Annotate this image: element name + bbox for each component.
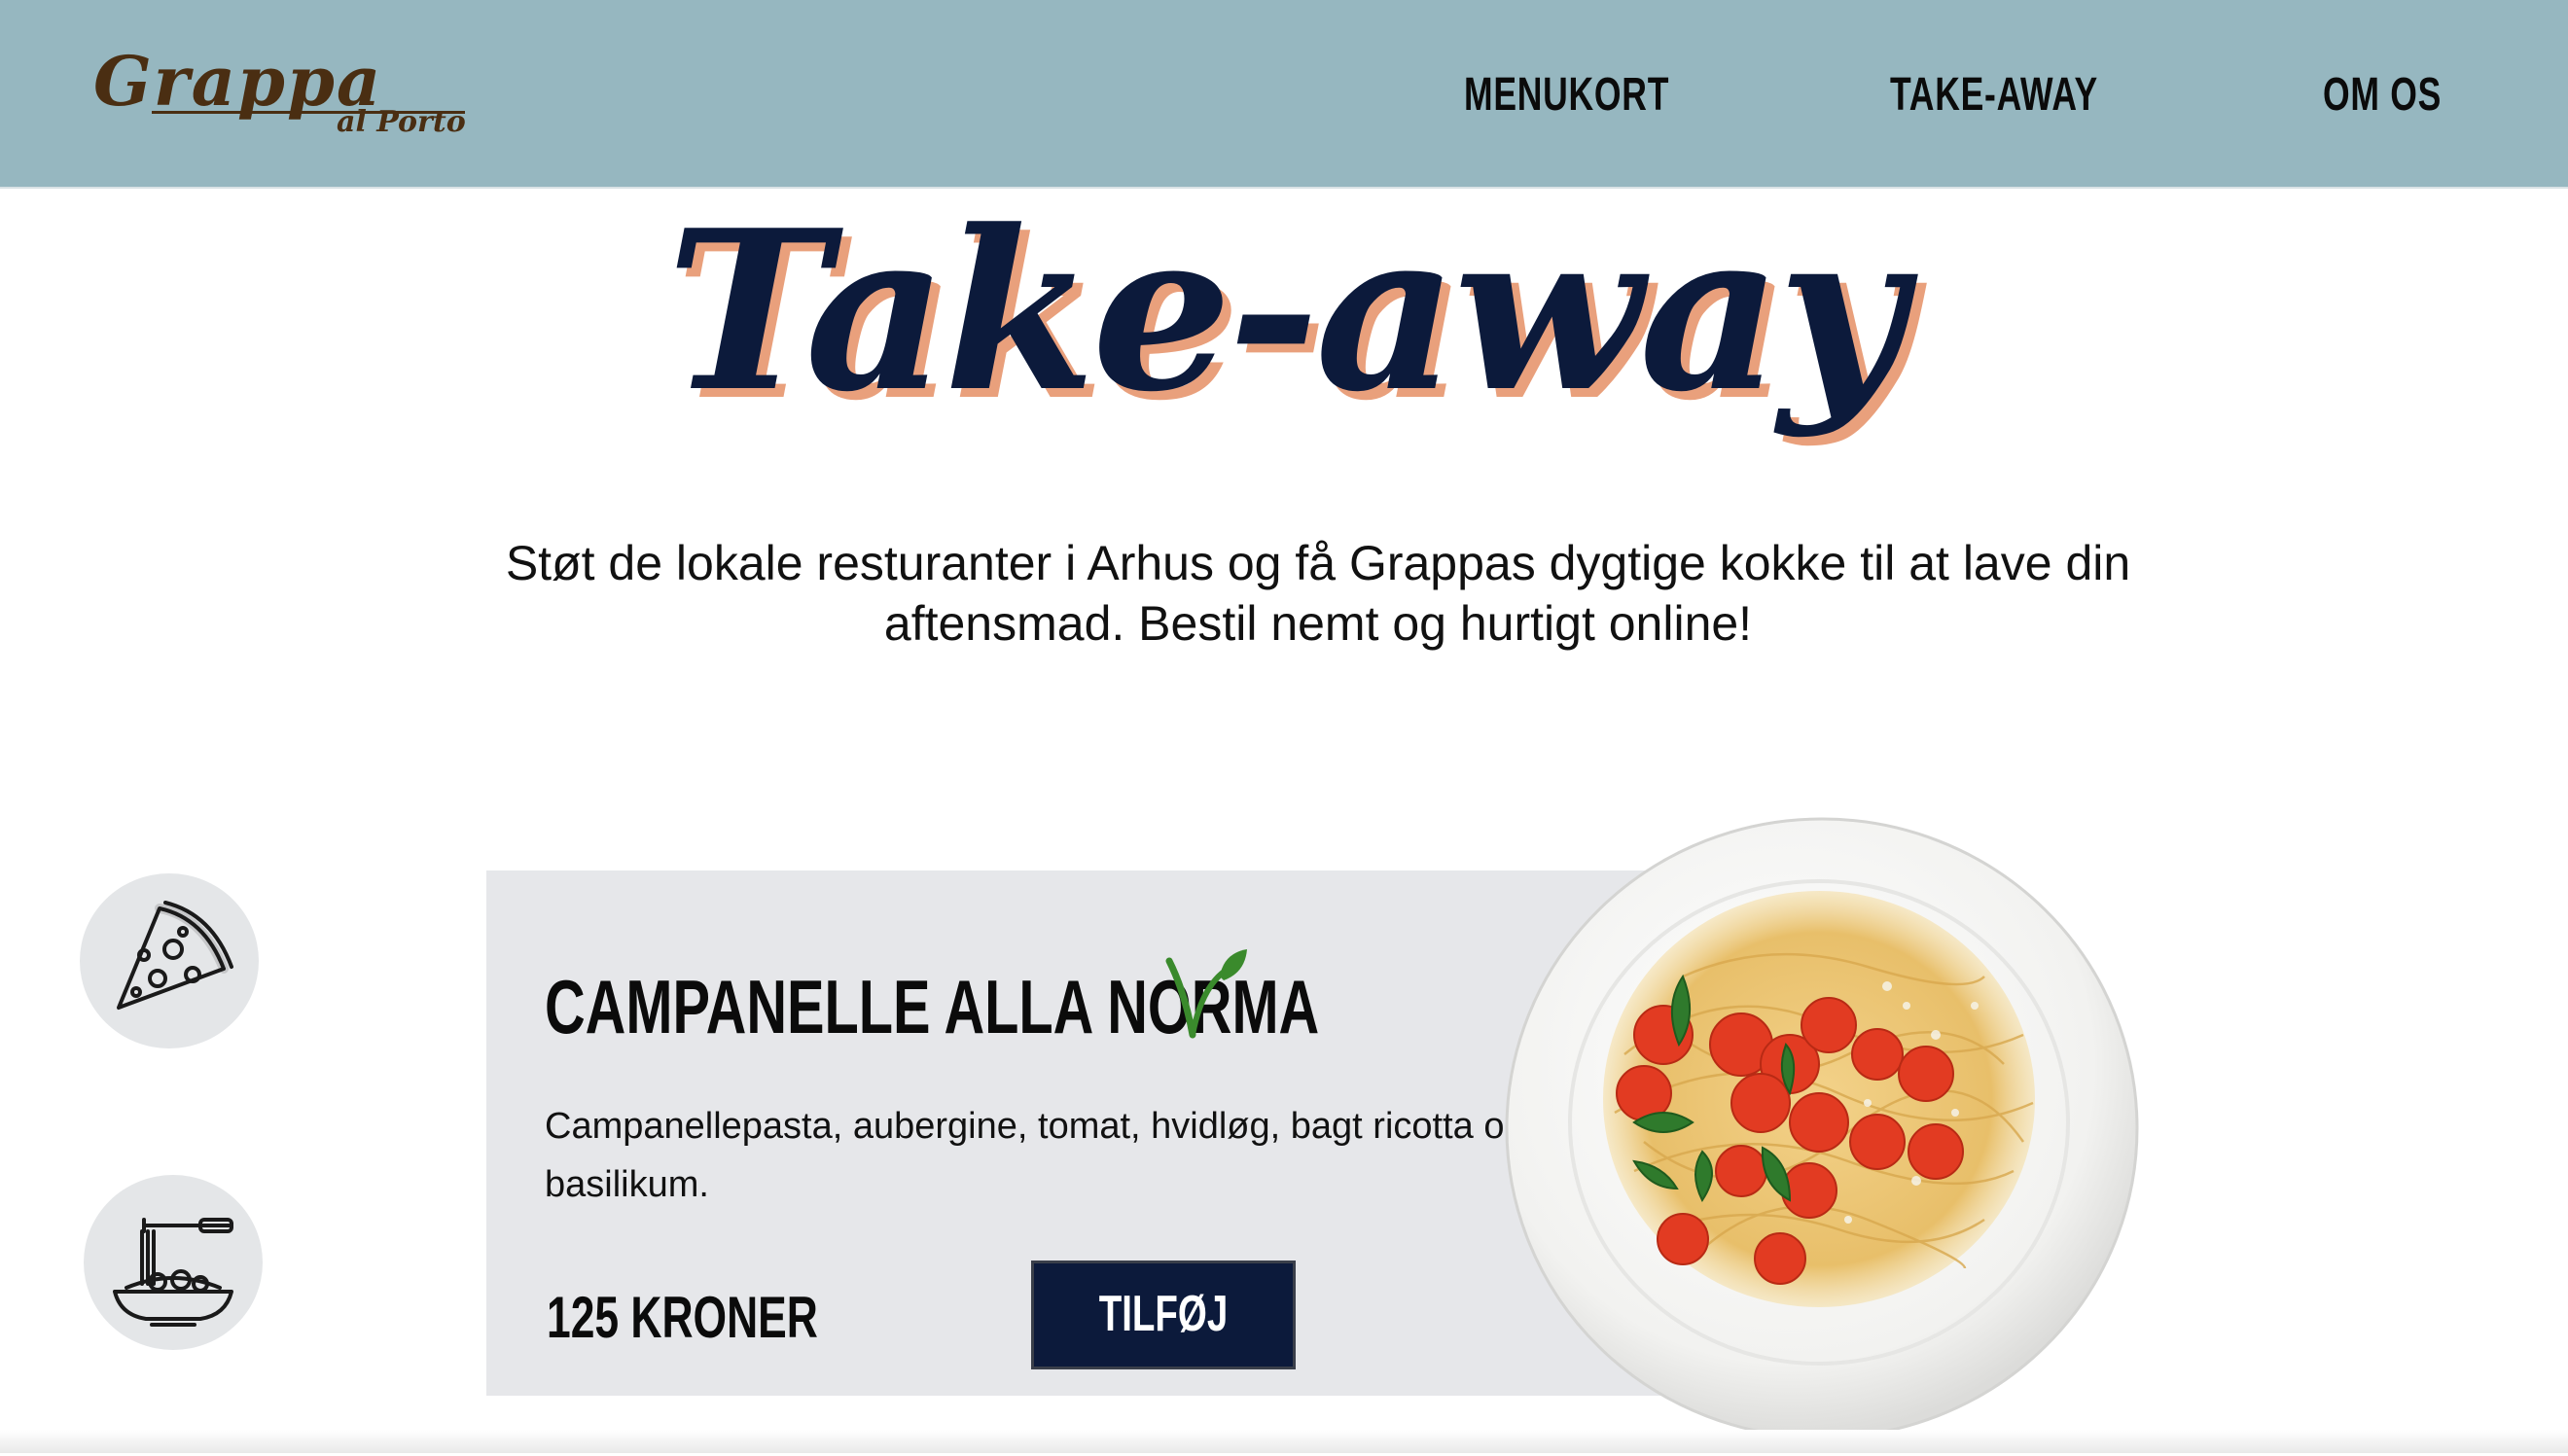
- add-to-cart-button[interactable]: TILFØJ: [1031, 1261, 1296, 1369]
- nav-menukort[interactable]: MENUKORT: [1464, 68, 1669, 122]
- pasta-dish-image: [1498, 811, 2146, 1451]
- add-button-label: TILFØJ: [1098, 1286, 1229, 1342]
- product-description: Campanellepasta, aubergine, tomat, hvidl…: [545, 1106, 1525, 1205]
- vegetarian-leaf-icon: [1165, 949, 1247, 1039]
- product-price: 125 KRONER: [547, 1285, 818, 1350]
- pizza-slice-icon: [117, 901, 233, 1010]
- page-bottom-shadow: [0, 1430, 2568, 1453]
- grappa-logo[interactable]: Grappa al Porto: [93, 41, 473, 144]
- category-pasta-button[interactable]: [84, 1175, 263, 1350]
- category-pizza-button[interactable]: [80, 873, 259, 1048]
- nav-om-os[interactable]: OM OS: [2323, 68, 2442, 122]
- logo-subtitle: al Porto: [337, 105, 466, 139]
- site-header: Grappa al Porto MENUKORT TAKE-AWAY OM OS: [0, 0, 2568, 189]
- page-title: Take-away: [666, 183, 1906, 441]
- nav-take-away[interactable]: TAKE-AWAY: [1890, 68, 2098, 122]
- pasta-bowl-icon: [113, 1218, 233, 1327]
- intro-text: Støt de lokale resturanter i Arhus og få…: [505, 536, 2131, 651]
